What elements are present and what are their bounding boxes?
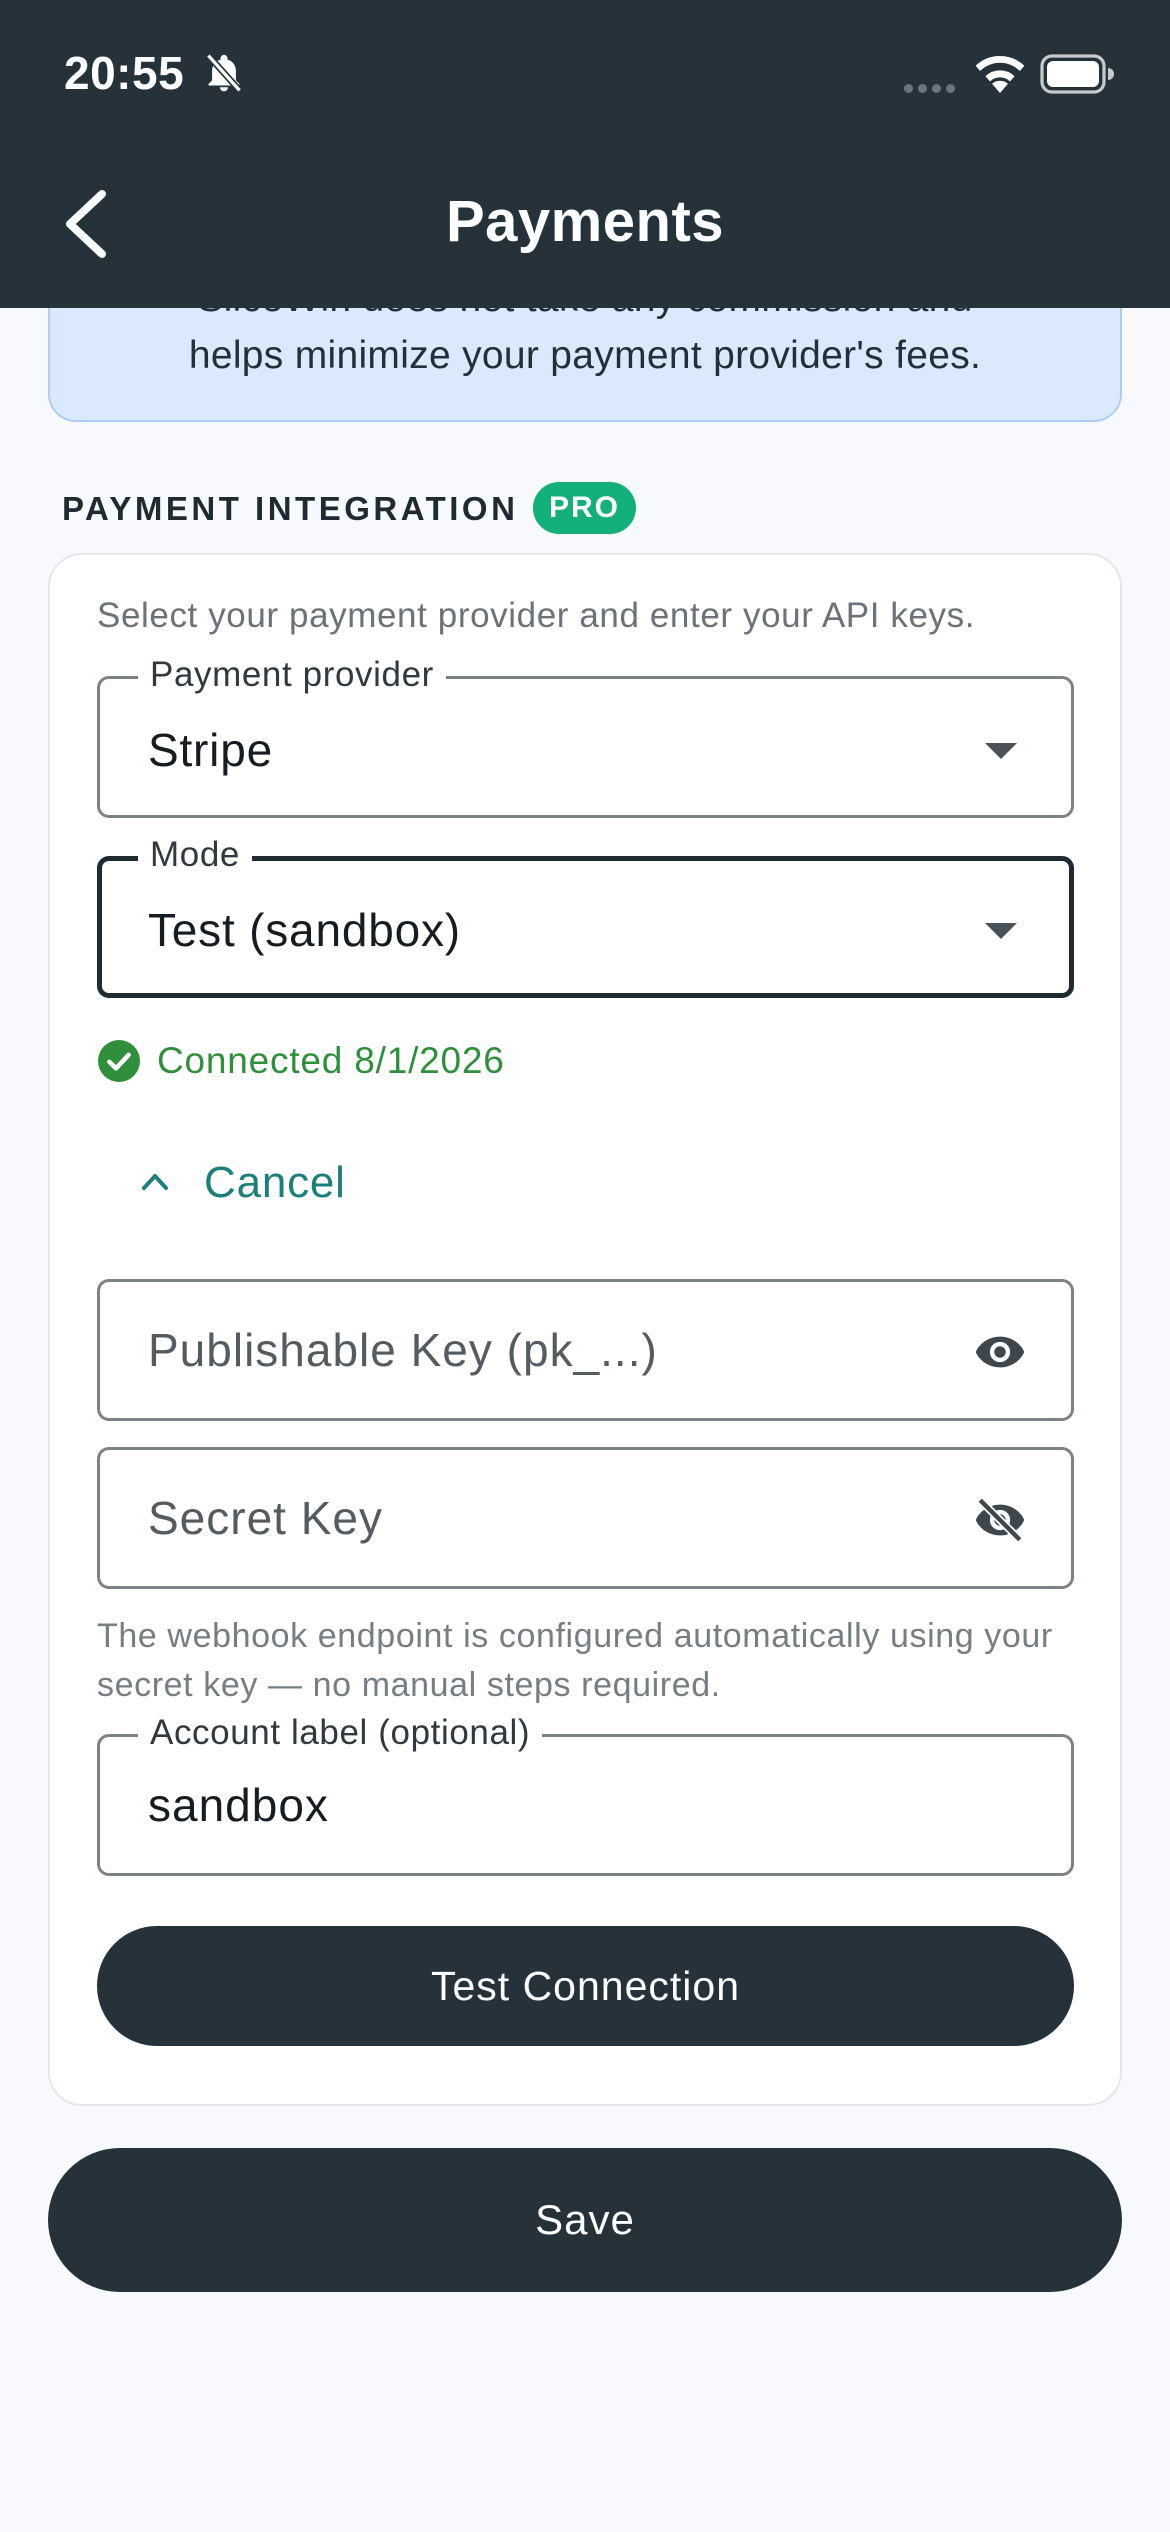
cancel-label: Cancel [204,1158,346,1207]
publishable-key-input[interactable] [100,1282,1071,1418]
page-title: Payments [445,189,725,254]
secret-key-field [97,1447,1074,1589]
webhook-hint: The webhook endpoint is configured autom… [97,1617,1053,1704]
info-banner-line-2: helps minimize your payment provider's f… [188,334,982,377]
payment-provider-value: Stripe [148,724,273,776]
section-title: PAYMENT INTEGRATION [62,490,519,527]
pro-badge: PRO [533,482,636,534]
mode-label: Mode [138,833,252,877]
eye-off-icon[interactable] [973,1498,1027,1542]
dropdown-arrow-icon [985,923,1017,939]
payment-provider-select[interactable]: Payment provider Stripe [97,653,1074,818]
account-label-input[interactable] [100,1737,1071,1873]
mode-value: Test (sandbox) [148,904,461,956]
connected-status: Connected 8/1/2026 [157,1040,505,1081]
signal-dots-icon [904,80,960,98]
app-header: 20:55 Payments [0,0,1170,308]
save-button[interactable]: Save [48,2148,1122,2292]
bell-off-icon [205,53,243,93]
publishable-key-field [97,1279,1074,1421]
wifi-icon [975,55,1025,93]
status-time: 20:55 [64,47,185,99]
mode-select[interactable]: Mode Test (sandbox) [97,833,1074,998]
payments-screen: SliceWin does not take any commission an… [0,0,1170,2532]
account-label-field: Account label (optional) [97,1711,1074,1876]
battery-icon [1040,54,1114,94]
test-connection-button[interactable]: Test Connection [97,1926,1074,2046]
account-label-label: Account label (optional) [138,1711,543,1755]
cancel-button[interactable]: Cancel [128,1150,368,1220]
payment-provider-label: Payment provider [138,653,446,697]
chevron-up-icon [142,1174,168,1190]
card-description: Select your payment provider and enter y… [97,596,976,635]
dropdown-arrow-icon [985,743,1017,759]
eye-icon[interactable] [973,1330,1027,1374]
secret-key-input[interactable] [100,1450,1071,1586]
check-circle-icon [98,1040,140,1082]
